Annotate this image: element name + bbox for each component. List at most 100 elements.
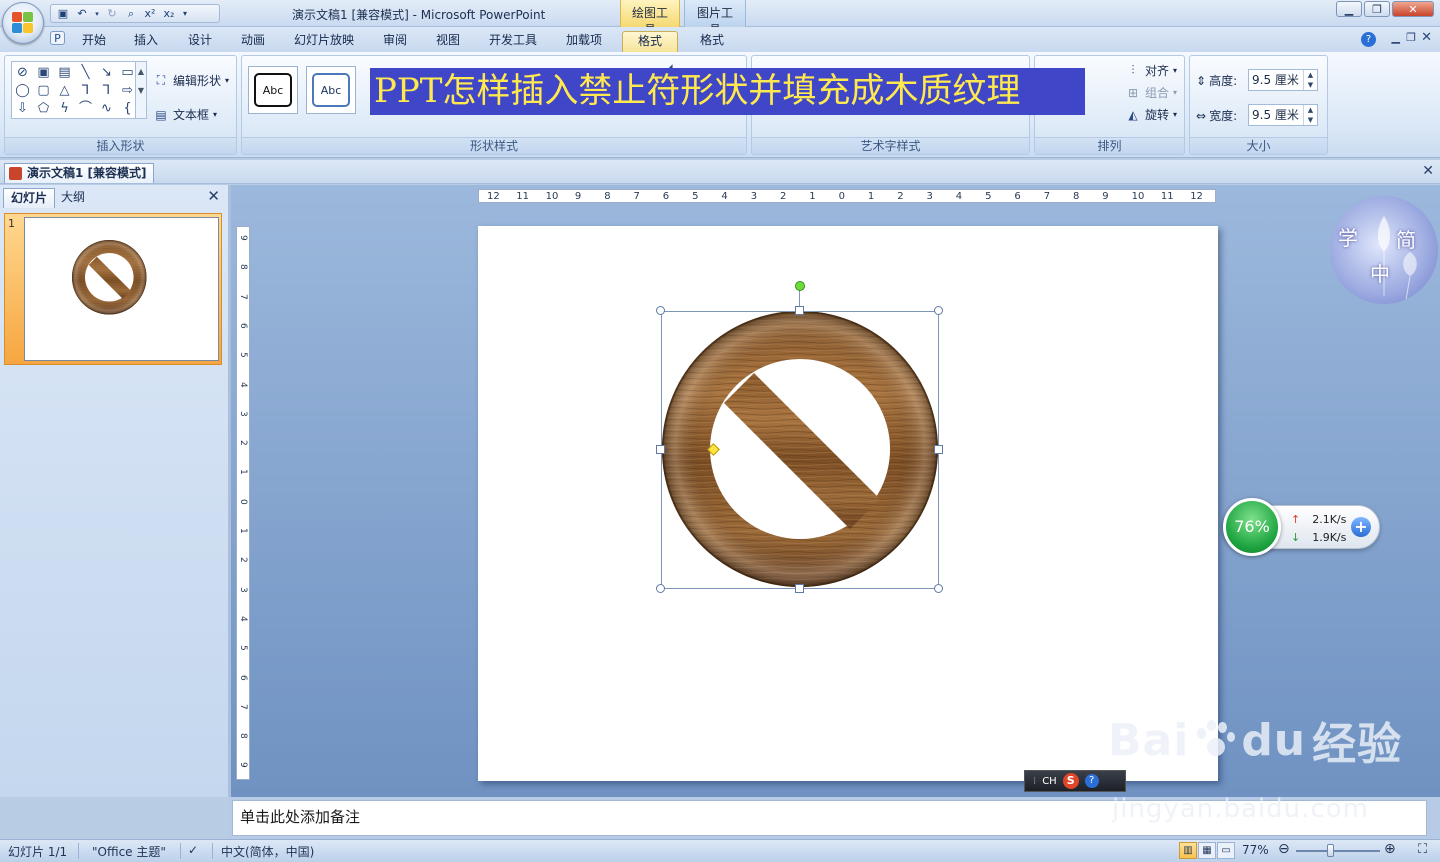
redo-icon[interactable]: ↻ bbox=[104, 6, 120, 22]
slide-show-button[interactable]: ▭ bbox=[1217, 842, 1235, 859]
ime-language-label[interactable]: CH bbox=[1042, 776, 1057, 787]
tab-animations[interactable]: 动画 bbox=[235, 31, 271, 52]
save-icon[interactable]: ▣ bbox=[55, 6, 71, 22]
group-label: 大小 bbox=[1190, 137, 1327, 154]
undo-dropdown-icon[interactable]: ▾ bbox=[93, 6, 101, 22]
ruler-tick-label: 4 bbox=[238, 381, 248, 388]
edit-shape-button[interactable]: ⛶ 编辑形状 ▾ bbox=[153, 72, 229, 89]
tab-insert[interactable]: 插入 bbox=[128, 31, 164, 52]
language-indicator[interactable]: 中文(简体，中国) bbox=[221, 843, 314, 860]
close-pane-icon[interactable]: ✕ bbox=[207, 187, 220, 205]
slide-sorter-button[interactable]: ▦ bbox=[1198, 842, 1216, 859]
resize-handle-left[interactable] bbox=[656, 445, 665, 454]
shape-style-swatch[interactable]: Abc bbox=[306, 66, 356, 114]
resize-handle-bottom[interactable] bbox=[795, 584, 804, 593]
close-button[interactable]: ✕ bbox=[1392, 1, 1434, 17]
text-box-button[interactable]: ▤ 文本框 ▾ bbox=[153, 106, 217, 123]
normal-view-button[interactable]: ▥ bbox=[1179, 842, 1197, 859]
resize-handle-right[interactable] bbox=[934, 445, 943, 454]
slide-canvas[interactable] bbox=[478, 226, 1218, 781]
zoom-slider[interactable] bbox=[1296, 850, 1380, 852]
resize-handle-top-left[interactable] bbox=[656, 306, 665, 315]
width-input[interactable]: 9.5 厘米 ▲ ▼ bbox=[1248, 104, 1318, 126]
ruler-tick-label: 9 bbox=[1102, 191, 1109, 202]
document-tab[interactable]: 演示文稿1 [兼容模式] bbox=[4, 163, 154, 183]
powerpoint-small-icon[interactable]: P bbox=[50, 31, 65, 45]
shape-icon[interactable]: ⌒ bbox=[76, 100, 95, 118]
tab-design[interactable]: 设计 bbox=[182, 31, 218, 52]
zoom-out-icon[interactable]: ⊖ bbox=[1278, 841, 1290, 857]
slide-thumbnail-selected[interactable]: 1 bbox=[4, 213, 222, 365]
office-button[interactable] bbox=[2, 2, 44, 44]
width-spinner[interactable]: ▲ ▼ bbox=[1303, 105, 1317, 125]
tab-home[interactable]: 开始 bbox=[76, 31, 112, 52]
shape-style-swatch[interactable]: Abc bbox=[248, 66, 298, 114]
shape-icon[interactable]: △ bbox=[55, 82, 74, 100]
shape-icon[interactable]: ⊘ bbox=[13, 64, 32, 82]
height-spinner[interactable]: ▲ ▼ bbox=[1303, 70, 1317, 90]
tab-slide-show[interactable]: 幻灯片放映 bbox=[288, 31, 360, 52]
resize-handle-bottom-left[interactable] bbox=[656, 584, 665, 593]
group-button[interactable]: ⊞ 组合 ▾ bbox=[1125, 84, 1177, 101]
ribbon-close-icon[interactable]: ✕ bbox=[1421, 30, 1432, 45]
restore-button[interactable]: ❐ bbox=[1364, 1, 1390, 17]
expand-plus-icon[interactable]: + bbox=[1351, 517, 1371, 537]
shape-icon[interactable]: ╲ bbox=[76, 64, 95, 82]
ruler-tick-label: 8 bbox=[604, 191, 611, 202]
ruler-tick-label: 6 bbox=[1014, 191, 1021, 202]
close-document-icon[interactable]: ✕ bbox=[1422, 163, 1434, 179]
align-button[interactable]: ⫶ 对齐 ▾ bbox=[1125, 62, 1177, 79]
shape-icon[interactable]: ⇩ bbox=[13, 100, 32, 118]
ime-toolbar[interactable]: ⁞ CH S ? bbox=[1024, 770, 1126, 792]
shapes-gallery[interactable]: ⊘ ▣ ▤ ╲ ↘ ▭ ◯ ▢ △ ⅂ ⅂ ⇨ ⇩ ⬠ ϟ ⌒ ∿ { bbox=[11, 61, 143, 119]
tab-review[interactable]: 审阅 bbox=[377, 31, 413, 52]
subscript-icon[interactable]: x₂ bbox=[161, 6, 177, 22]
ribbon-minimize-icon[interactable]: ▁ bbox=[1392, 31, 1400, 44]
height-label: ⇕ 高度: bbox=[1196, 73, 1238, 89]
shape-icon[interactable]: ϟ bbox=[55, 100, 74, 118]
spell-check-icon[interactable]: ✓ bbox=[188, 843, 198, 857]
rotate-button[interactable]: ◭ 旋转 ▾ bbox=[1125, 106, 1177, 123]
network-speed-widget[interactable]: 76% ↑ 2.1K/s ↓ 1.9K/s + bbox=[1223, 498, 1380, 556]
resize-handle-bottom-right[interactable] bbox=[934, 584, 943, 593]
resize-handle-top-right[interactable] bbox=[934, 306, 943, 315]
help-icon[interactable]: ? bbox=[1361, 32, 1376, 47]
tab-format-picture[interactable]: 格式 bbox=[694, 31, 730, 52]
shape-icon[interactable]: ◯ bbox=[13, 82, 32, 100]
shape-icon[interactable]: ▣ bbox=[34, 64, 53, 82]
shape-icon[interactable]: ↘ bbox=[97, 64, 116, 82]
ruler-tick-label: 12 bbox=[1190, 191, 1203, 202]
shape-icon[interactable]: ⬠ bbox=[34, 100, 53, 118]
zoom-level[interactable]: 77% bbox=[1242, 843, 1269, 857]
height-input[interactable]: 9.5 厘米 ▲ ▼ bbox=[1248, 69, 1318, 91]
customize-qat-icon[interactable]: ▾ bbox=[180, 6, 190, 22]
tab-format-drawing[interactable]: 格式 bbox=[622, 31, 678, 52]
shapes-gallery-scroll[interactable]: ▲ ▼ bbox=[135, 61, 147, 119]
superscript-icon[interactable]: x² bbox=[142, 6, 158, 22]
tab-view[interactable]: 视图 bbox=[430, 31, 466, 52]
shape-icon[interactable]: ⅂ bbox=[97, 82, 116, 100]
zoom-in-icon[interactable]: ⊕ bbox=[1384, 841, 1396, 857]
tab-outline[interactable]: 大纲 bbox=[54, 188, 92, 208]
resize-handle-top[interactable] bbox=[795, 306, 804, 315]
fit-to-window-icon[interactable]: ⛶ bbox=[1418, 842, 1427, 857]
zoom-slider-thumb[interactable] bbox=[1327, 844, 1334, 857]
shape-icon[interactable]: ▢ bbox=[34, 82, 53, 100]
minimize-button[interactable]: ▁ bbox=[1336, 1, 1362, 17]
slide-thumbnail[interactable] bbox=[24, 217, 219, 361]
tab-add-ins[interactable]: 加载项 bbox=[560, 31, 608, 52]
sogou-icon[interactable]: S bbox=[1062, 773, 1079, 789]
ruler-tick-label: 5 bbox=[692, 191, 699, 202]
shape-icon[interactable]: ∿ bbox=[97, 100, 116, 118]
rotation-handle[interactable] bbox=[795, 281, 805, 291]
tab-slides[interactable]: 幻灯片 bbox=[3, 188, 56, 208]
ime-help-icon[interactable]: ? bbox=[1084, 774, 1099, 788]
tab-developer[interactable]: 开发工具 bbox=[483, 31, 543, 52]
print-preview-icon[interactable]: ⌕ bbox=[123, 6, 139, 22]
ribbon-tabs: P 开始 插入 设计 动画 幻灯片放映 审阅 视图 开发工具 加载项 格式 格式… bbox=[0, 27, 1440, 52]
shape-icon[interactable]: ▤ bbox=[55, 64, 74, 82]
ribbon-restore-icon[interactable]: ❐ bbox=[1406, 31, 1416, 44]
undo-icon[interactable]: ↶ bbox=[74, 6, 90, 22]
group-label: 排列 bbox=[1035, 137, 1184, 154]
shape-icon[interactable]: ⅂ bbox=[76, 82, 95, 100]
